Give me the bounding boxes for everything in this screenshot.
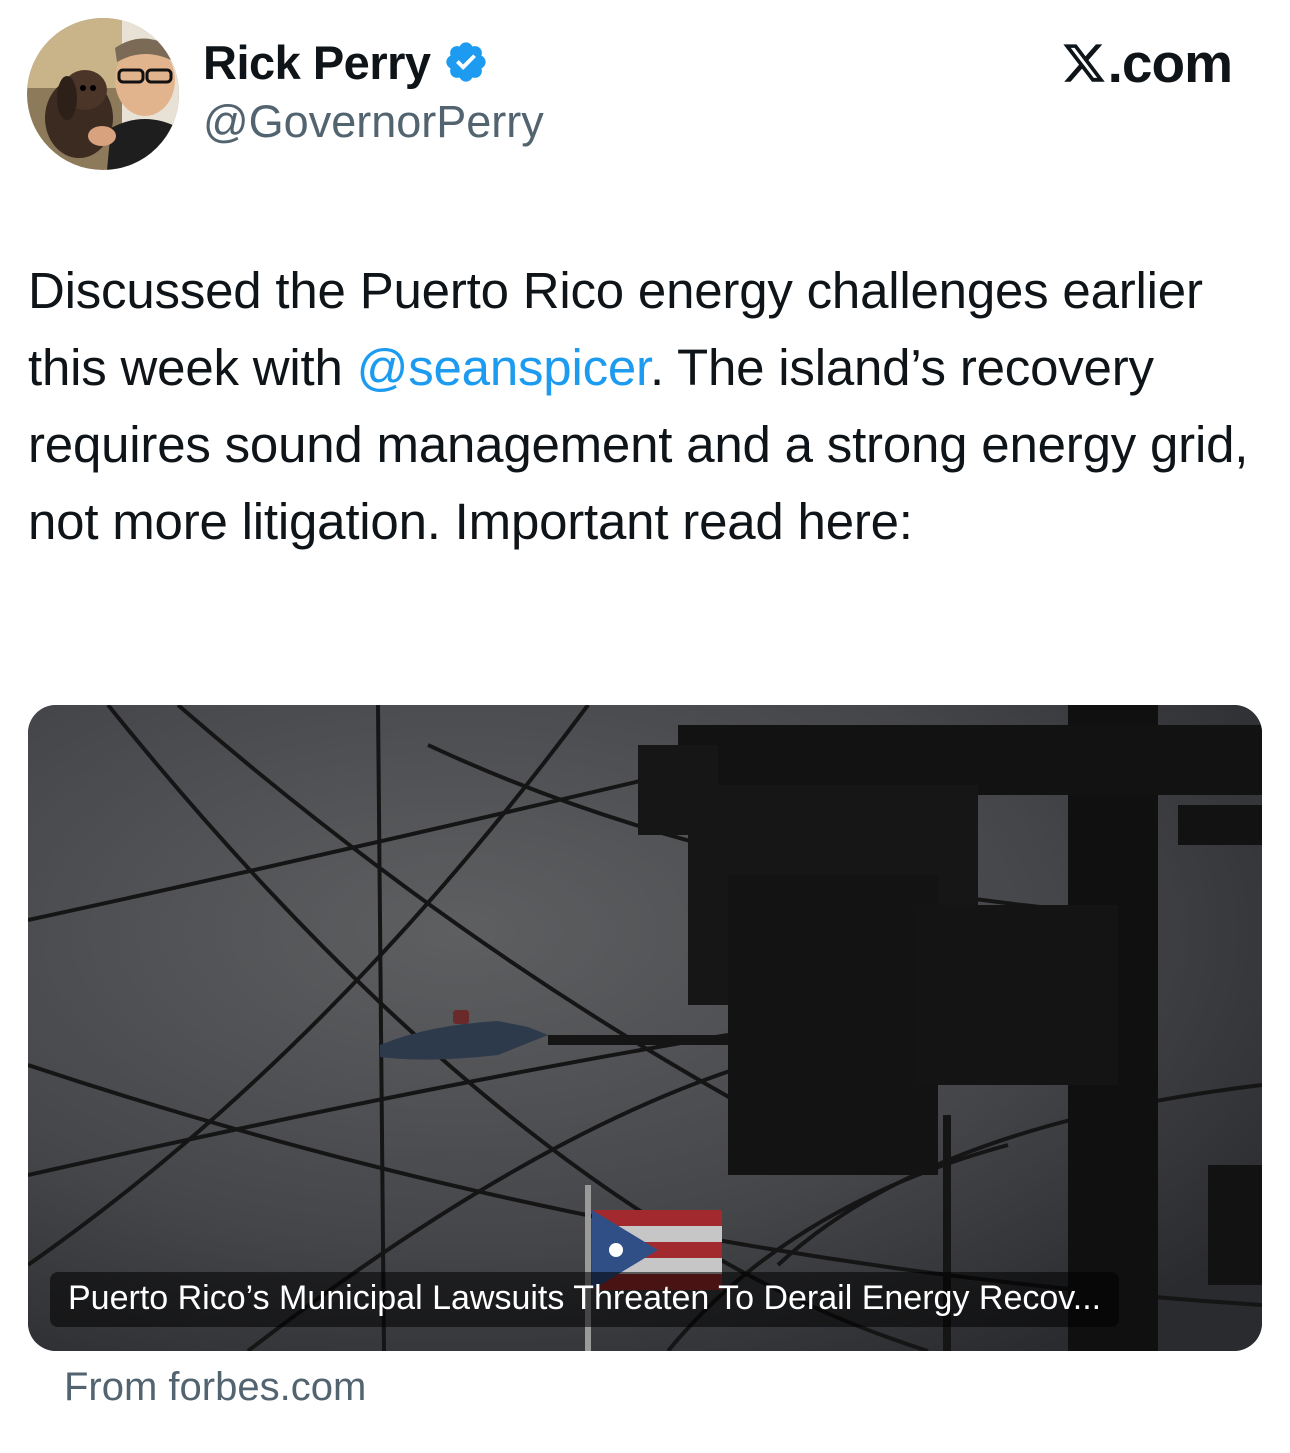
display-name-row: Rick Perry — [203, 30, 544, 94]
tweet-text: Discussed the Puerto Rico energy challen… — [28, 252, 1268, 560]
brand-text: .com — [1107, 32, 1233, 94]
link-card[interactable]: Puerto Rico’s Municipal Lawsuits Threate… — [28, 705, 1262, 1351]
author-names: Rick Perry @GovernorPerry — [203, 30, 544, 148]
verified-badge-icon — [443, 39, 489, 85]
x-logo-icon — [1061, 40, 1107, 86]
author-display-name[interactable]: Rick Perry — [203, 35, 431, 90]
tweet-header: Rick Perry @GovernorPerry .com — [0, 0, 1290, 200]
author-handle[interactable]: @GovernorPerry — [203, 96, 544, 148]
power-lines-photo-icon — [28, 705, 1262, 1351]
profile-photo-icon — [27, 18, 179, 170]
x-brand[interactable]: .com — [1061, 30, 1233, 96]
card-headline: Puerto Rico’s Municipal Lawsuits Threate… — [50, 1272, 1120, 1327]
author-avatar[interactable] — [27, 18, 179, 170]
mention-link[interactable]: @seanspicer — [357, 339, 651, 396]
card-source[interactable]: From forbes.com — [64, 1365, 366, 1410]
